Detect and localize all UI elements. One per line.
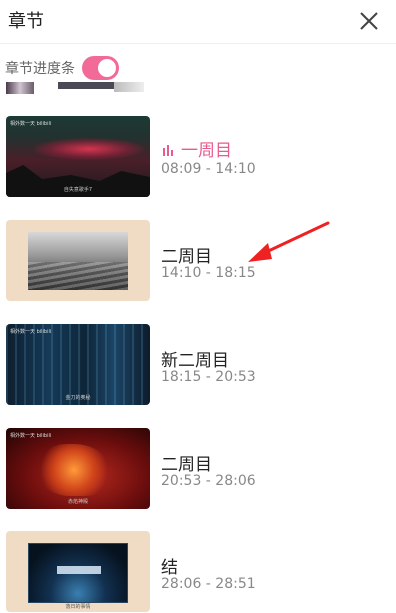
chapter-title-text: 一周目 [181, 141, 232, 161]
chapter-item[interactable]: 相外数一天 bilibili 自失意歌手7 一周目 08:09 - 14:10 [0, 116, 396, 198]
chapter-progress-toggle[interactable] [82, 56, 119, 80]
chapter-title: 二周目 [161, 247, 212, 267]
chapter-thumbnail: 落日的事情 [6, 531, 150, 612]
chapter-thumbnail [6, 220, 150, 301]
playing-bars-icon [163, 145, 173, 156]
chapter-thumbnail: 相外数一天 bilibili 赤焰神殿 [6, 428, 150, 509]
panel-title: 章节 [8, 11, 44, 32]
chapter-title: 二周目 [161, 455, 212, 475]
chapter-thumbnail: 相外数一天 bilibili 金刀的奥秘 [6, 324, 150, 405]
chapter-time-range: 18:15 - 20:53 [161, 369, 256, 385]
thumbnail-caption: 落日的事情 [65, 604, 91, 610]
close-button[interactable] [354, 6, 384, 36]
chapter-time-range: 28:06 - 28:51 [161, 576, 256, 592]
thumbnail-caption: 金刀的奥秘 [65, 395, 91, 401]
chapter-item[interactable]: 二周目 14:10 - 18:15 [0, 220, 396, 302]
chapter-time-range: 08:09 - 14:10 [161, 161, 256, 177]
thumbnail-caption: 自失意歌手7 [63, 187, 93, 193]
chapter-time-range: 20:53 - 28:06 [161, 473, 256, 489]
chapter-title: 一周目 [161, 136, 232, 161]
chapter-progress-row: 章节进度条 [0, 52, 396, 84]
chapter-title: 结 [161, 558, 178, 578]
chapter-time-range: 14:10 - 18:15 [161, 265, 256, 281]
thumbnail-brand: 相外数一天 bilibili [10, 121, 52, 127]
chapter-item[interactable]: 落日的事情 结 28:06 - 28:51 [0, 531, 396, 613]
chapter-item[interactable]: 相外数一天 bilibili 金刀的奥秘 新二周目 18:15 - 20:53 [0, 324, 396, 406]
chapter-thumbnail: 相外数一天 bilibili 自失意歌手7 [6, 116, 150, 197]
panel-header: 章节 [0, 0, 396, 44]
chapter-title: 新二周目 [161, 351, 229, 371]
close-icon [360, 12, 378, 30]
toggle-knob [98, 59, 116, 77]
thumbnail-caption: 赤焰神殿 [67, 499, 88, 505]
previous-chapter-peek[interactable] [6, 82, 146, 96]
chapter-progress-label: 章节进度条 [5, 61, 75, 77]
thumbnail-brand: 相外数一天 bilibili [10, 433, 52, 439]
thumbnail-brand: 相外数一天 bilibili [10, 329, 52, 335]
chapter-item[interactable]: 相外数一天 bilibili 赤焰神殿 二周目 20:53 - 28:06 [0, 428, 396, 510]
